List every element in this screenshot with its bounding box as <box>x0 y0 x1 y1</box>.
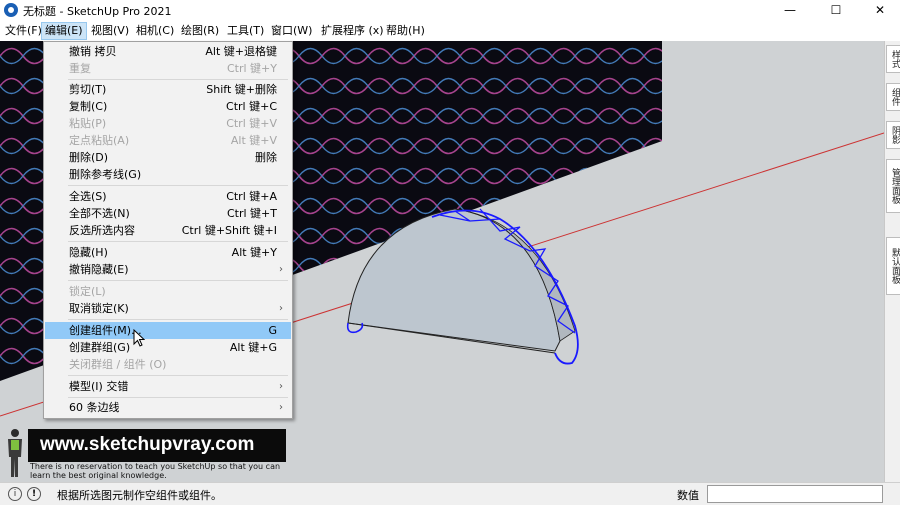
menu-item-delete[interactable]: 删除(D) 删除 <box>45 149 291 166</box>
menu-item-select-none[interactable]: 全部不选(N) Ctrl 键+T <box>45 205 291 222</box>
menu-item-label: 全选(S) <box>69 190 107 203</box>
menu-item-label: 剪切(T) <box>69 83 107 96</box>
menu-item-hide[interactable]: 隐藏(H) Alt 键+Y <box>45 244 291 261</box>
menu-item-shortcut: Ctrl 键+Shift 键+I <box>181 224 277 237</box>
menu-item-label: 60 条边线 <box>69 401 120 414</box>
menu-bar: 文件(F) 编辑(E) 视图(V) 相机(C) 绘图(R) 工具(T) 窗口(W… <box>0 20 900 42</box>
maximize-button[interactable]: ☐ <box>814 0 858 20</box>
menu-edit[interactable]: 编辑(E) <box>41 22 87 40</box>
window-title: 无标题 - SketchUp Pro 2021 <box>23 5 172 18</box>
chevron-right-icon: › <box>279 381 283 392</box>
menu-item-make-component[interactable]: 创建组件(M)... G <box>45 322 291 339</box>
menu-item-shortcut: Ctrl 键+Y <box>226 62 277 75</box>
menu-tools[interactable]: 工具(T) <box>224 23 267 39</box>
edit-menu-dropdown: 撤销 拷贝 Alt 键+退格键 重复 Ctrl 键+Y 剪切(T) Shift … <box>43 41 293 419</box>
menu-item-label: 定点粘贴(A) <box>69 134 130 147</box>
menu-item-label: 删除参考线(G) <box>69 168 142 181</box>
menu-item-label: 创建组件(M)... <box>69 324 142 337</box>
close-button[interactable]: ✕ <box>858 0 900 20</box>
menu-item-shortcut: 删除 <box>255 151 277 164</box>
help-icon[interactable]: ! <box>27 487 41 501</box>
menu-item-close-group[interactable]: 关闭群组 / 组件 (O) <box>45 356 291 373</box>
watermark-url: www.sketchupvray.com <box>40 434 255 455</box>
mouse-cursor-icon <box>133 329 145 347</box>
menu-item-redo[interactable]: 重复 Ctrl 键+Y <box>45 60 291 77</box>
menu-item-shortcut: Ctrl 键+V <box>226 117 277 130</box>
menu-item-delete-guides[interactable]: 删除参考线(G) <box>45 166 291 183</box>
minimize-button[interactable]: — <box>768 0 812 20</box>
menu-item-shortcut: Ctrl 键+A <box>226 190 277 203</box>
menu-item-label: 锁定(L) <box>69 285 106 298</box>
menu-item-label: 全部不选(N) <box>69 207 130 220</box>
menu-item-shortcut: Ctrl 键+C <box>226 100 277 113</box>
measurements-label: 数值 <box>677 489 699 502</box>
menu-item-unhide[interactable]: 撤销隐藏(E) › <box>45 261 291 278</box>
menu-item-label: 删除(D) <box>69 151 109 164</box>
default-tray: 样式 组件 阴影 管理面板 默认面板 <box>884 41 900 482</box>
menu-camera[interactable]: 相机(C) <box>133 23 177 39</box>
menu-item-label: 取消锁定(K) <box>69 302 129 315</box>
menu-item-label: 重复 <box>69 62 91 75</box>
menu-separator <box>68 185 288 186</box>
menu-item-copy[interactable]: 复制(C) Ctrl 键+C <box>45 98 291 115</box>
measurements-input[interactable] <box>707 485 883 503</box>
menu-item-invert-selection[interactable]: 反选所选内容 Ctrl 键+Shift 键+I <box>45 222 291 239</box>
menu-item-label: 创建群组(G) <box>69 341 131 354</box>
tray-tab-manage[interactable]: 管理面板 <box>886 159 900 213</box>
menu-draw[interactable]: 绘图(R) <box>178 23 222 39</box>
menu-extensions[interactable]: 扩展程序 (x) <box>318 23 387 39</box>
tray-tab-components[interactable]: 组件 <box>886 83 900 111</box>
menu-item-shortcut: Shift 键+删除 <box>206 83 277 96</box>
menu-item-label: 粘贴(P) <box>69 117 107 130</box>
menu-item-label: 模型(I) 交错 <box>69 380 129 393</box>
tray-tab-shadows[interactable]: 阴影 <box>886 121 900 149</box>
menu-item-cut[interactable]: 剪切(T) Shift 键+删除 <box>45 81 291 98</box>
menu-item-label: 隐藏(H) <box>69 246 108 259</box>
menu-separator <box>68 280 288 281</box>
menu-item-label: 撤销 拷贝 <box>69 45 117 58</box>
menu-view[interactable]: 视图(V) <box>88 23 132 39</box>
chevron-right-icon: › <box>279 303 283 314</box>
menu-item-unlock[interactable]: 取消锁定(K) › <box>45 300 291 317</box>
menu-item-lock[interactable]: 锁定(L) <box>45 283 291 300</box>
presenter-figure-icon <box>8 429 22 477</box>
title-bar: 无标题 - SketchUp Pro 2021 — ☐ ✕ <box>0 0 900 20</box>
menu-item-intersect[interactable]: 模型(I) 交错 › <box>45 378 291 395</box>
menu-file[interactable]: 文件(F) <box>2 23 45 39</box>
menu-item-edges[interactable]: 60 条边线 › <box>45 399 291 416</box>
menu-separator <box>68 319 288 320</box>
menu-separator <box>68 397 288 398</box>
menu-help[interactable]: 帮助(H) <box>383 23 428 39</box>
menu-item-shortcut: Alt 键+Y <box>231 246 277 259</box>
menu-item-shortcut: Ctrl 键+T <box>226 207 277 220</box>
menu-item-paste[interactable]: 粘贴(P) Ctrl 键+V <box>45 115 291 132</box>
tray-tab-default[interactable]: 默认面板 <box>886 237 900 295</box>
menu-separator <box>68 375 288 376</box>
menu-item-shortcut: Alt 键+退格键 <box>205 45 277 58</box>
menu-separator <box>68 79 288 80</box>
menu-item-shortcut: G <box>268 324 277 337</box>
status-bar: i ! 根据所选图元制作空组件或组件。 数值 <box>0 482 900 505</box>
menu-item-undo[interactable]: 撤销 拷贝 Alt 键+退格键 <box>45 43 291 60</box>
menu-item-label: 关闭群组 / 组件 (O) <box>69 358 167 371</box>
menu-item-paste-in-place[interactable]: 定点粘贴(A) Alt 键+V <box>45 132 291 149</box>
menu-item-make-group[interactable]: 创建群组(G) Alt 键+G <box>45 339 291 356</box>
watermark-tagline: There is no reservation to teach you Ske… <box>30 462 281 480</box>
chevron-right-icon: › <box>279 264 283 275</box>
menu-item-shortcut: Alt 键+V <box>230 134 277 147</box>
menu-item-label: 反选所选内容 <box>69 224 135 237</box>
menu-separator <box>68 241 288 242</box>
menu-item-select-all[interactable]: 全选(S) Ctrl 键+A <box>45 188 291 205</box>
menu-window[interactable]: 窗口(W) <box>268 23 315 39</box>
status-message: 根据所选图元制作空组件或组件。 <box>57 489 222 502</box>
chevron-right-icon: › <box>279 402 283 413</box>
info-icon[interactable]: i <box>8 487 22 501</box>
menu-item-shortcut: Alt 键+G <box>229 341 277 354</box>
sketchup-logo-icon <box>4 3 18 17</box>
menu-item-label: 复制(C) <box>69 100 108 113</box>
tray-tab-styles[interactable]: 样式 <box>886 45 900 73</box>
menu-item-label: 撤销隐藏(E) <box>69 263 129 276</box>
